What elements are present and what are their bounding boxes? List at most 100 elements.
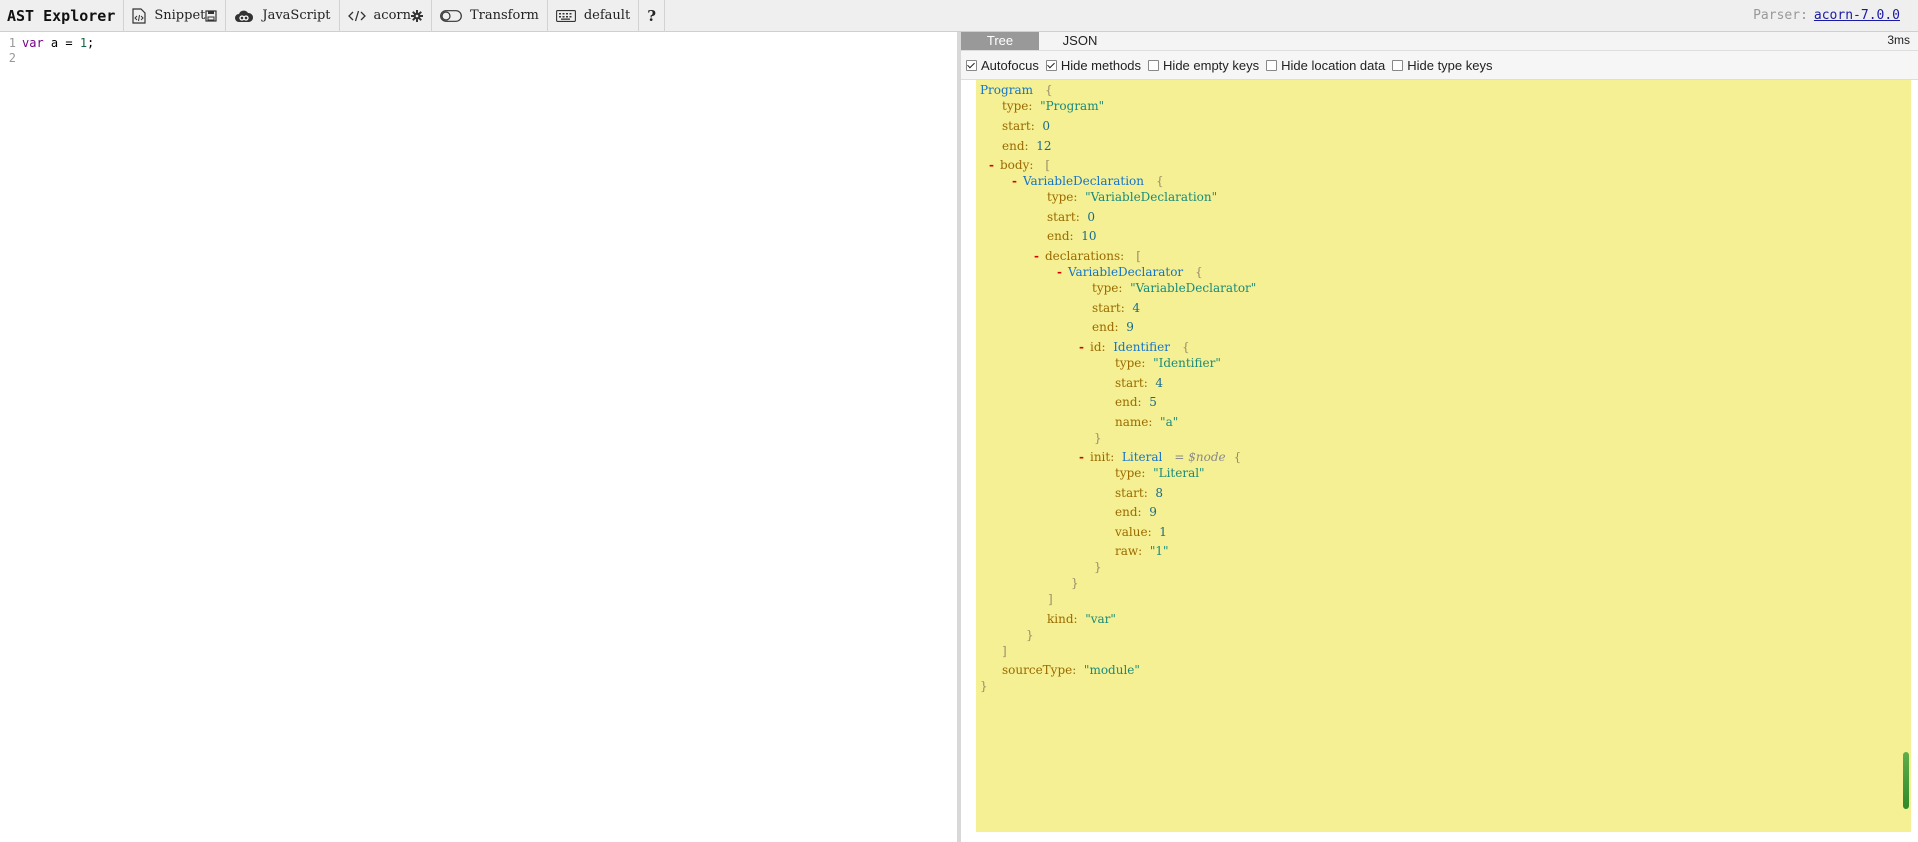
hide-empty-keys-checkbox[interactable] bbox=[1148, 59, 1160, 71]
tree-property[interactable]: kind: "var" bbox=[1047, 611, 1116, 627]
code-editor[interactable]: 1 var a = 1; 2 bbox=[0, 32, 957, 842]
save-icon[interactable] bbox=[205, 9, 217, 22]
tree-property[interactable]: end: 9 bbox=[1092, 319, 1134, 335]
collapse-toggle[interactable]: - bbox=[1057, 265, 1062, 279]
tree-property[interactable]: start: 4 bbox=[1092, 300, 1140, 316]
output-tabs: Tree JSON 3ms bbox=[961, 32, 1918, 51]
node-type-name[interactable]: Program bbox=[980, 83, 1033, 97]
keyword-var: var bbox=[22, 36, 44, 50]
keymap-button[interactable]: default bbox=[546, 0, 638, 32]
property-key: value: bbox=[1115, 525, 1152, 539]
tab-tree[interactable]: Tree bbox=[961, 32, 1039, 50]
property-key: end: bbox=[1002, 139, 1029, 153]
tree-property[interactable]: type: "Identifier" bbox=[1115, 355, 1221, 371]
bracket: [ bbox=[1136, 249, 1141, 263]
hide-location-data-checkbox[interactable] bbox=[1266, 59, 1278, 71]
option-hide-empty-keys[interactable]: Hide empty keys bbox=[1148, 58, 1259, 73]
node-type-name[interactable]: VariableDeclarator bbox=[1068, 265, 1183, 279]
language-label: JavaScript bbox=[262, 8, 331, 23]
property-key: end: bbox=[1047, 229, 1074, 243]
parser-button[interactable]: acorn bbox=[338, 0, 431, 32]
scrollbar-thumb[interactable] bbox=[1903, 752, 1909, 809]
tree-property[interactable]: type: "Program" bbox=[1002, 98, 1104, 114]
property-value: 0 bbox=[1042, 119, 1051, 133]
property-key: start: bbox=[1115, 486, 1148, 500]
brace: } bbox=[980, 679, 988, 693]
tree-property[interactable]: type: "Literal" bbox=[1115, 465, 1205, 481]
tree-property[interactable]: value: 1 bbox=[1115, 524, 1167, 540]
property-key: start: bbox=[1092, 301, 1125, 315]
tree-node-program[interactable]: -Program{ bbox=[976, 82, 1053, 98]
property-key: body: bbox=[999, 158, 1034, 172]
property-key: type: bbox=[1115, 466, 1146, 480]
property-value: 1 bbox=[1159, 525, 1167, 539]
option-hide-location-data[interactable]: Hide location data bbox=[1266, 58, 1385, 73]
closing-brace: } bbox=[1094, 559, 1102, 575]
property-key: init: bbox=[1089, 450, 1115, 464]
cloud-icon bbox=[234, 9, 254, 23]
code-line[interactable]: var a = 1; bbox=[22, 36, 94, 51]
tree-property[interactable]: start: 0 bbox=[1002, 118, 1050, 134]
node-type-name[interactable]: Literal bbox=[1122, 450, 1162, 464]
tree-property[interactable]: type: "VariableDeclaration" bbox=[1047, 189, 1217, 205]
closing-brace: } bbox=[1026, 627, 1034, 643]
editor-line[interactable]: 1 var a = 1; bbox=[0, 36, 957, 51]
tree-property[interactable]: name: "a" bbox=[1115, 414, 1178, 430]
snippet-button[interactable]: Snippet bbox=[123, 0, 225, 32]
tree-property[interactable]: end: 9 bbox=[1115, 504, 1157, 520]
tab-json[interactable]: JSON bbox=[1039, 32, 1121, 50]
closing-bracket: ] bbox=[1048, 591, 1053, 607]
tree-property-body[interactable]: - body: [ bbox=[989, 157, 1050, 173]
new-file-icon[interactable] bbox=[132, 7, 146, 24]
parser-label: acorn bbox=[373, 8, 411, 23]
tree-property[interactable]: start: 8 bbox=[1115, 485, 1163, 501]
tree-property[interactable]: end: 10 bbox=[1047, 228, 1096, 244]
option-hide-methods[interactable]: Hide methods bbox=[1045, 58, 1141, 73]
property-value: 12 bbox=[1036, 139, 1052, 153]
option-hide-type-keys[interactable]: Hide type keys bbox=[1392, 58, 1492, 73]
tree-property[interactable]: end: 12 bbox=[1002, 138, 1051, 154]
tree-container: - Program { type: "Program" start: 0 end: … bbox=[961, 80, 1918, 842]
property-value: "1" bbox=[1149, 544, 1169, 558]
option-label: Hide type keys bbox=[1407, 57, 1493, 73]
closing-bracket: ] bbox=[1002, 643, 1007, 659]
collapse-toggle[interactable]: - bbox=[1034, 249, 1039, 263]
parser-version-link[interactable]: acorn-7.0.0 bbox=[1814, 8, 1900, 23]
brace: { bbox=[1181, 340, 1190, 354]
ast-tree: - Program { type: "Program" start: 0 end: … bbox=[976, 80, 1911, 832]
option-autofocus[interactable]: Autofocus bbox=[966, 58, 1039, 73]
collapse-toggle[interactable]: - bbox=[1079, 450, 1084, 464]
tree-property-id[interactable]: - id: Identifier { bbox=[1079, 339, 1190, 355]
help-button[interactable]: ? bbox=[638, 0, 665, 32]
tree-property[interactable]: type: "VariableDeclarator" bbox=[1092, 280, 1256, 296]
hide-type-keys-checkbox[interactable] bbox=[1392, 59, 1404, 71]
editor-line[interactable]: 2 bbox=[0, 51, 957, 66]
collapse-toggle[interactable]: - bbox=[1079, 340, 1084, 354]
collapse-toggle[interactable]: - bbox=[1012, 174, 1017, 188]
tree-property-init[interactable]: - init: Literal = $node { bbox=[1079, 449, 1241, 465]
transform-button[interactable]: Transform bbox=[431, 0, 547, 32]
tree-property-declarations[interactable]: - declarations: [ bbox=[1034, 248, 1141, 264]
property-key: start: bbox=[1047, 210, 1080, 224]
property-key: sourceType: bbox=[1002, 663, 1077, 677]
autofocus-checkbox[interactable] bbox=[966, 59, 977, 71]
property-key: type: bbox=[1047, 190, 1078, 204]
collapse-toggle[interactable]: - bbox=[989, 158, 994, 172]
property-value: "var" bbox=[1085, 612, 1116, 626]
tree-property[interactable]: start: 4 bbox=[1115, 375, 1163, 391]
gear-icon[interactable] bbox=[411, 9, 423, 22]
tree-property[interactable]: end: 5 bbox=[1115, 394, 1157, 410]
hide-methods-checkbox[interactable] bbox=[1045, 59, 1057, 71]
tree-node-variable-declarator[interactable]: - VariableDeclarator { bbox=[1057, 264, 1203, 280]
tree-node-variable-declaration[interactable]: - VariableDeclaration { bbox=[1012, 173, 1164, 189]
tree-property[interactable]: sourceType: "module" bbox=[1002, 662, 1140, 678]
tree-property[interactable]: start: 0 bbox=[1047, 209, 1095, 225]
language-button[interactable]: JavaScript bbox=[225, 0, 338, 32]
node-type-name[interactable]: VariableDeclaration bbox=[1023, 174, 1144, 188]
bracket: [ bbox=[1045, 158, 1051, 172]
tree-property[interactable]: raw: "1" bbox=[1115, 543, 1169, 559]
property-value: 10 bbox=[1081, 229, 1097, 243]
parser-prefix: Parser: bbox=[1753, 8, 1808, 23]
property-value: 5 bbox=[1149, 395, 1157, 409]
node-type-name[interactable]: Identifier bbox=[1113, 340, 1170, 354]
